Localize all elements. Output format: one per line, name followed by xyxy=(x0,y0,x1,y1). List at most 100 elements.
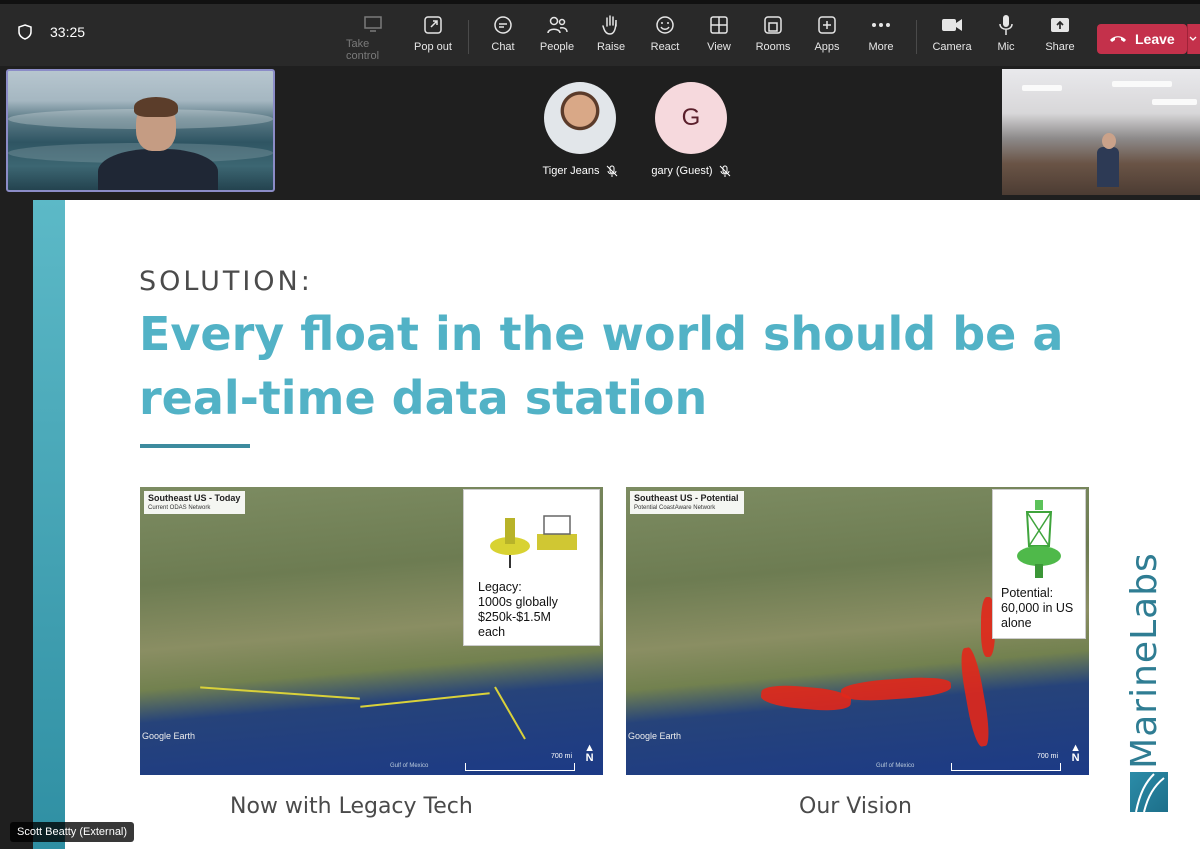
north-arrow-icon: ▲ N xyxy=(1070,742,1081,764)
leave-button[interactable]: Leave xyxy=(1097,24,1187,54)
shared-slide: SOLUTION: Every float in the world shoul… xyxy=(33,200,1200,849)
map-title-box: Southeast US - Potential Potential Coast… xyxy=(630,491,744,514)
google-earth-watermark: Google Earth xyxy=(628,731,682,741)
react-button[interactable]: React xyxy=(638,14,692,62)
participant-name: Tiger Jeans xyxy=(542,165,600,177)
marinelabs-logo: MarineLabs xyxy=(1123,551,1165,769)
north-arrow-icon: ▲ N xyxy=(584,742,595,764)
rooms-button[interactable]: Rooms xyxy=(746,14,800,62)
marinelabs-logo-mark xyxy=(1130,772,1168,813)
map-title: Southeast US - Today xyxy=(148,493,241,503)
map-subtitle: Potential CoastAware Network xyxy=(634,505,716,511)
share-icon xyxy=(1049,14,1071,36)
participant-gary-guest[interactable]: G gary (Guest) xyxy=(646,82,736,177)
view-button[interactable]: View xyxy=(692,14,746,62)
share-button[interactable]: Share xyxy=(1033,14,1087,62)
ceiling-light xyxy=(1112,81,1172,87)
chat-button[interactable]: Chat xyxy=(476,14,530,62)
mic-button[interactable]: Mic xyxy=(979,14,1033,62)
chat-icon xyxy=(492,14,514,36)
potential-info-card: Potential: 60,000 in US alone xyxy=(992,489,1086,639)
caption-vision: Our Vision xyxy=(799,794,912,819)
coastline-marker xyxy=(957,646,993,748)
legacy-info-card: Legacy: 1000s globally $250k-$1.5M each xyxy=(463,489,600,646)
card-line: $250k-$1.5M xyxy=(478,610,551,624)
leave-options-dropdown[interactable] xyxy=(1187,24,1200,54)
map-potential: Southeast US - Potential Potential Coast… xyxy=(626,487,1089,775)
slide-kicker: SOLUTION: xyxy=(139,266,313,297)
toolbar-divider xyxy=(916,20,917,54)
apps-button[interactable]: Apps xyxy=(800,14,854,62)
map-subtitle: Current ODAS Network xyxy=(148,505,211,511)
map-title: Southeast US - Potential xyxy=(634,493,739,503)
coastline-marker xyxy=(494,686,526,740)
camera-icon xyxy=(941,14,963,36)
take-control-button[interactable]: Take control xyxy=(346,14,400,62)
avatar xyxy=(544,82,616,154)
take-control-icon xyxy=(362,14,384,33)
raise-hand-icon xyxy=(600,14,622,36)
shield-icon xyxy=(18,24,32,40)
rooms-icon xyxy=(762,14,784,36)
avatar: G xyxy=(655,82,727,154)
card-line: Potential: xyxy=(1001,586,1054,600)
view-icon xyxy=(708,14,730,36)
room-person-head xyxy=(1102,133,1116,149)
teams-meeting-window: 33:25 Take control Pop out Chat People R… xyxy=(0,0,1200,849)
card-line: alone xyxy=(1001,616,1032,630)
legacy-buoy-image xyxy=(490,515,577,568)
slide-headline: Every float in the world should be a rea… xyxy=(139,307,1064,425)
self-video-tile[interactable] xyxy=(6,69,275,192)
mic-muted-icon xyxy=(719,165,730,177)
avatar-initial: G xyxy=(681,104,701,131)
participant-strip: Tiger Jeans G gary (Guest) xyxy=(0,66,1200,198)
room-video-tile[interactable] xyxy=(1002,69,1200,195)
speaker-name-tag: Scott Beatty (External) xyxy=(10,822,135,842)
caption-legacy: Now with Legacy Tech xyxy=(230,794,473,819)
ceiling-light xyxy=(1022,85,1062,91)
people-button[interactable]: People xyxy=(530,14,584,62)
participant-name: gary (Guest) xyxy=(651,165,713,177)
pop-out-button[interactable]: Pop out xyxy=(406,14,460,62)
chevron-down-icon xyxy=(1189,36,1197,41)
video-person-hair xyxy=(134,97,178,117)
card-line: Legacy: xyxy=(478,580,522,594)
map-scale: 700 mi xyxy=(465,753,575,771)
google-earth-watermark: Google Earth xyxy=(142,731,196,741)
card-line: 1000s globally xyxy=(478,595,558,609)
map-today: Southeast US - Today Current ODAS Networ… xyxy=(140,487,603,775)
coastline-marker xyxy=(760,683,852,713)
meeting-toolbar: 33:25 Take control Pop out Chat People R… xyxy=(0,0,1200,66)
phone-hangup-icon xyxy=(1110,36,1126,42)
card-line: each xyxy=(478,625,506,639)
react-icon xyxy=(654,14,676,36)
potential-buoy-image xyxy=(1017,500,1061,578)
more-icon xyxy=(870,14,892,36)
people-icon xyxy=(546,14,568,36)
coastline-marker xyxy=(360,692,490,708)
mic-muted-icon xyxy=(606,165,617,177)
gulf-label: Gulf of Mexico xyxy=(876,763,915,769)
toolbar-divider xyxy=(468,20,469,54)
more-button[interactable]: More xyxy=(854,14,908,62)
meeting-timer-group: 33:25 xyxy=(18,24,85,40)
video-person xyxy=(98,149,218,190)
slide-accent-bar xyxy=(33,200,65,849)
mic-icon xyxy=(995,14,1017,36)
room-person xyxy=(1097,147,1119,187)
slide-divider xyxy=(140,444,250,448)
meeting-timer: 33:25 xyxy=(50,24,86,40)
gulf-label: Gulf of Mexico xyxy=(390,763,429,769)
coastline-marker xyxy=(840,675,952,703)
pop-out-icon xyxy=(422,14,444,36)
ceiling-light xyxy=(1152,99,1197,105)
participant-tiger-jeans[interactable]: Tiger Jeans xyxy=(535,82,625,177)
map-title-box: Southeast US - Today Current ODAS Networ… xyxy=(144,491,246,514)
stage-gutter xyxy=(0,200,33,849)
apps-icon xyxy=(816,14,838,36)
card-line: 60,000 in US xyxy=(1001,601,1074,615)
camera-button[interactable]: Camera xyxy=(925,14,979,62)
map-scale: 700 mi xyxy=(951,753,1061,771)
coastline-marker xyxy=(200,686,360,700)
raise-hand-button[interactable]: Raise xyxy=(584,14,638,62)
